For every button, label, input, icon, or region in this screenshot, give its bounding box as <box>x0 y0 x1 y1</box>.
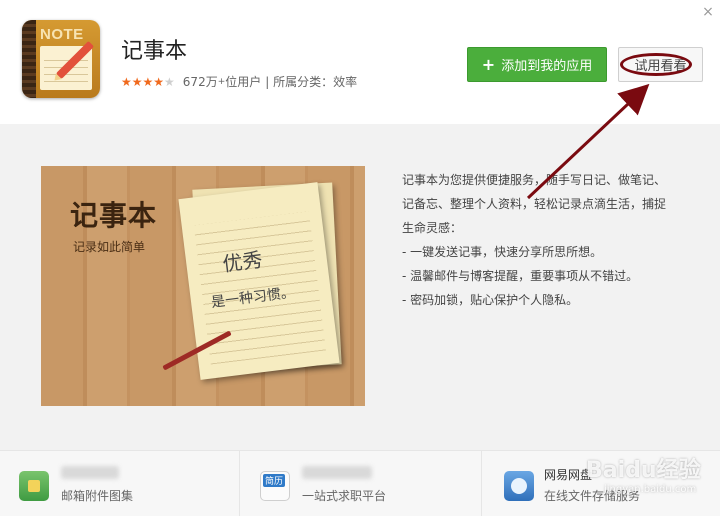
resume-icon-text: 简历 <box>263 474 286 487</box>
related-app-resume[interactable]: 简历 一站式求职平台 <box>240 450 481 516</box>
app-description: 记事本为您提供便捷服务，随手写日记、做笔记、 记备忘、整理个人资料，轻松记录点滴… <box>402 168 682 312</box>
notebook-spine <box>22 20 36 98</box>
mail-attachment-icon <box>19 471 49 501</box>
related-app-desc: 邮箱附件图集 <box>61 489 134 503</box>
add-button-label: 添加到我的应用 <box>501 59 593 74</box>
description-line: - 一键发送记事，快速分享所思所想。 <box>402 245 603 259</box>
description-line: - 温馨邮件与博客提醒，重要事项从不错过。 <box>402 269 639 283</box>
description-line: 生命灵感： <box>402 221 463 235</box>
description-line: - 密码加锁，贴心保护个人隐私。 <box>402 293 579 307</box>
star-filled-icons: ★★★★ <box>121 74 165 89</box>
plus-icon: + <box>481 55 496 74</box>
app-title: 记事本 <box>121 39 188 64</box>
app-name-blurred <box>61 466 119 479</box>
app-name-blurred <box>302 466 372 479</box>
screenshot-subtitle: 记录如此简单 <box>73 240 146 254</box>
resume-icon: 简历 <box>260 471 290 501</box>
app-meta: ★★★★★ 672万 + 位用户 | 所属分类：效率 <box>121 73 357 90</box>
cloud-disk-icon <box>504 471 534 501</box>
users-count: 672万 <box>182 75 218 89</box>
users-suffix: 位用户 <box>225 75 262 89</box>
star-empty-icon: ★ <box>164 74 175 89</box>
related-app-desc: 一站式求职平台 <box>302 489 387 503</box>
app-icon-label: NOTE <box>40 26 84 43</box>
annotation-circle <box>620 53 692 76</box>
handwriting-line-1: 优秀 <box>221 247 264 277</box>
users-plus: + <box>217 76 226 87</box>
notepad-app-icon: NOTE <box>22 20 100 98</box>
close-icon[interactable]: × <box>700 4 716 20</box>
add-to-my-apps-button[interactable]: + 添加到我的应用 <box>467 47 607 82</box>
watermark-url: jingyan.baidu.com <box>604 484 697 495</box>
baidu-jingyan-watermark: Baidu经验 <box>586 458 701 483</box>
app-screenshot: 记事本 记录如此简单 优秀 是一种习惯。 <box>41 166 365 406</box>
rating-stars: ★★★★★ <box>121 75 175 89</box>
description-line: 记备忘、整理个人资料，轻松记录点滴生活，捕捉 <box>402 197 667 211</box>
screenshot-title: 记事本 <box>70 199 158 232</box>
app-header: NOTE 记事本 ★★★★★ 672万 + 位用户 | 所属分类：效率 + 添加到我… <box>0 0 720 124</box>
related-app-name: 网易网盘 <box>544 468 593 482</box>
description-line: 记事本为您提供便捷服务，随手写日记、做笔记、 <box>402 173 667 187</box>
app-category: | 所属分类：效率 <box>265 75 358 89</box>
related-app-mail[interactable]: 邮箱附件图集 <box>0 450 239 516</box>
